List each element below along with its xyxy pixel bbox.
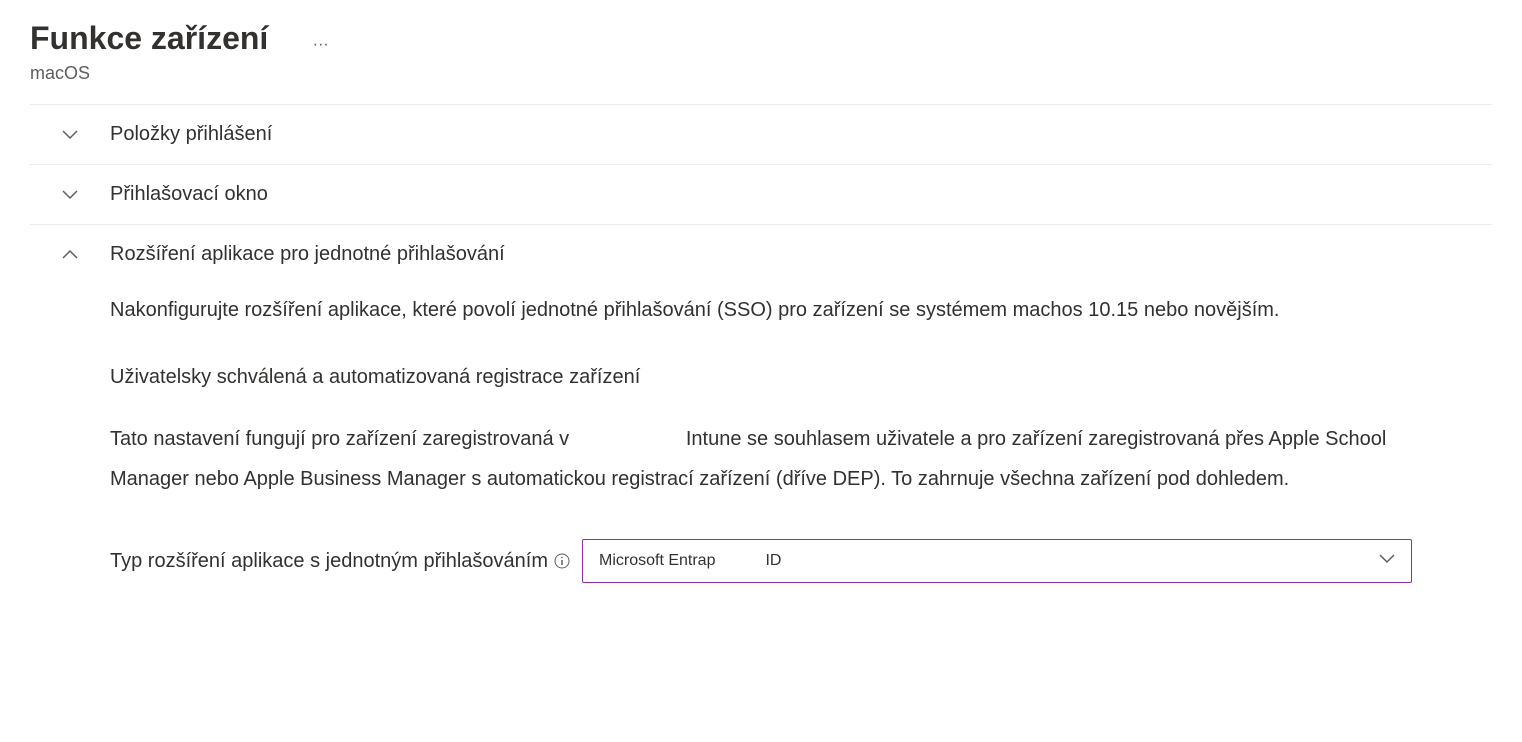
info-icon[interactable] (554, 553, 570, 569)
paragraph-part1: Tato nastavení fungují pro zařízení zare… (110, 428, 569, 450)
field-label-text: Typ rozšíření aplikace s jednotným přihl… (110, 550, 548, 572)
dropdown-value-part2: ID (765, 552, 781, 569)
accordion-title: Rozšíření aplikace pro jednotné přihlašo… (110, 243, 505, 266)
sso-type-dropdown[interactable]: Microsoft Entrap ID (582, 539, 1412, 583)
sso-description: Nakonfigurujte rozšíření aplikace, které… (110, 294, 1412, 326)
page-subtitle: macOS (30, 63, 1492, 84)
accordion-title: Přihlašovací okno (110, 183, 268, 206)
accordion-header-sso-extension[interactable]: Rozšíření aplikace pro jednotné přihlašo… (30, 225, 1492, 284)
accordion-item-sso-extension: Rozšíření aplikace pro jednotné přihlašo… (30, 224, 1492, 613)
sso-type-field-row: Typ rozšíření aplikace s jednotným přihl… (110, 539, 1412, 583)
chevron-down-icon (60, 125, 80, 145)
sso-paragraph: Tato nastavení fungují pro zařízení zare… (110, 419, 1412, 499)
accordion-title: Položky přihlášení (110, 123, 272, 146)
settings-accordion: Položky přihlášení Přihlašovací okno Roz… (30, 104, 1492, 613)
dropdown-value-part1: Microsoft Entrap (599, 552, 715, 569)
dropdown-selected-value: Microsoft Entrap ID (599, 552, 781, 570)
more-options-icon[interactable]: ··· (313, 36, 329, 54)
accordion-item-login-items: Položky přihlášení (30, 104, 1492, 164)
accordion-header-login-window[interactable]: Přihlašovací okno (30, 165, 1492, 224)
sso-sub-heading: Uživatelsky schválená a automatizovaná r… (110, 366, 1412, 389)
page-header: Funkce zařízení ··· macOS (30, 20, 1492, 84)
sso-extension-content: Nakonfigurujte rozšíření aplikace, které… (30, 284, 1492, 613)
sso-type-label: Typ rozšíření aplikace s jednotným přihl… (110, 550, 548, 573)
chevron-up-icon (60, 245, 80, 265)
chevron-down-icon (1379, 552, 1395, 570)
page-title: Funkce zařízení (30, 20, 268, 57)
chevron-down-icon (60, 185, 80, 205)
accordion-item-login-window: Přihlašovací okno (30, 164, 1492, 224)
accordion-header-login-items[interactable]: Položky přihlášení (30, 105, 1492, 164)
